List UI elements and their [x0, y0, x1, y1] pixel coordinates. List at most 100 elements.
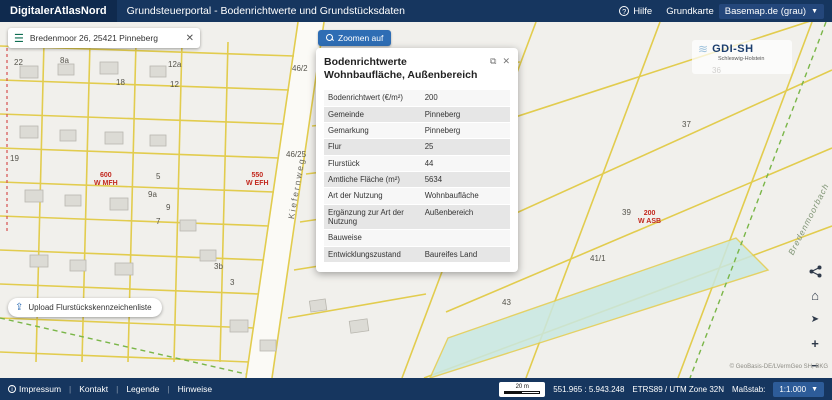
attribute-label: Art der Nutzung — [324, 188, 421, 203]
collapse-panel-button[interactable]: ➤ — [806, 310, 824, 328]
basemap-select[interactable]: Basemap.de (grau) ▼ — [719, 4, 824, 19]
parcel-number-label: 9a — [148, 190, 157, 199]
attribute-value: Wohnbaufläche — [421, 188, 510, 203]
detach-window-icon[interactable]: ⧉ — [490, 56, 496, 82]
search-input[interactable] — [30, 33, 180, 43]
zoom-in-button[interactable]: + — [806, 334, 824, 352]
scale-value: 1:1.000 — [779, 385, 806, 394]
attribute-label: Gemeinde — [324, 107, 421, 122]
land-value-label: 600W MFH — [94, 172, 118, 188]
popup-row: Bauweise — [324, 229, 510, 245]
share-icon — [809, 265, 822, 278]
page-title: Grundsteuerportal - Bodenrichtwerte und … — [127, 5, 405, 17]
footer-separator: | — [116, 384, 118, 394]
attribute-value: 5634 — [421, 172, 510, 187]
footer-link-label: Legende — [126, 384, 159, 394]
land-value-label: 550W EFH — [246, 172, 269, 188]
chevron-down-icon: ▼ — [811, 8, 818, 15]
scale-bar-label: 20 m — [516, 384, 529, 390]
parcel-number-label: 41/1 — [590, 254, 606, 263]
upload-icon: ⇪ — [15, 303, 23, 313]
footer-link-label: Kontakt — [79, 384, 108, 394]
info-icon: i — [8, 385, 16, 393]
parcel-number-label: 8a — [60, 56, 69, 65]
menu-icon[interactable]: ☰ — [14, 32, 24, 45]
parcel-number-label: 7 — [156, 217, 160, 226]
attribute-label: Bodenrichtwert (€/m²) — [324, 90, 421, 105]
attribute-label: Flur — [324, 139, 421, 154]
attribute-value: 200 — [421, 90, 510, 105]
chevron-down-icon: ▼ — [811, 386, 818, 393]
help-button[interactable]: ? Hilfe — [619, 6, 652, 17]
help-label: Hilfe — [633, 6, 652, 17]
search-box: ☰ ✕ — [8, 28, 200, 48]
top-header: DigitalerAtlasNord Grundsteuerportal - B… — [0, 0, 832, 22]
attribute-value: Baureifes Land — [421, 247, 510, 262]
parcel-number-label: 12 — [170, 80, 179, 89]
attribute-label: Gemarkung — [324, 123, 421, 138]
attribute-value: Pinneberg — [421, 107, 510, 122]
parcel-number-label: 5 — [156, 172, 160, 181]
popup-row: EntwicklungszustandBaureifes Land — [324, 246, 510, 262]
zoom-to-label: Zoomen auf — [338, 33, 383, 43]
share-button[interactable] — [806, 262, 824, 280]
help-icon: ? — [619, 6, 629, 16]
popup-row: GemarkungPinneberg — [324, 122, 510, 138]
attribute-value: Pinneberg — [421, 123, 510, 138]
footer-link-kontakt[interactable]: Kontakt — [79, 384, 108, 394]
attribute-value — [421, 230, 510, 245]
footer-separator: | — [167, 384, 169, 394]
popup-row: Amtliche Fläche (m²)5634 — [324, 171, 510, 187]
popup-attribute-table: Bodenrichtwert (€/m²)200GemeindePinneber… — [324, 90, 510, 262]
parcel-number-label: 37 — [682, 120, 691, 129]
parcel-number-label: 3 — [230, 278, 234, 287]
clear-search-icon[interactable]: ✕ — [186, 33, 194, 44]
basemap-value: Basemap.de (grau) — [725, 6, 806, 17]
cursor-coordinates: 551.965 : 5.943.248 — [553, 385, 624, 394]
footer-link-impressum[interactable]: iImpressum — [8, 384, 61, 394]
attribute-label: Bauweise — [324, 230, 421, 245]
attribute-label: Ergänzung zur Art der Nutzung — [324, 205, 421, 230]
scale-select[interactable]: 1:1.000 ▼ — [773, 382, 824, 397]
popup-title: Bodenrichtwerte Wohnbaufläche, Außenbere… — [324, 56, 490, 82]
gdi-sh-subtitle: Schleswig-Holstein — [698, 56, 786, 62]
attribute-label: Entwicklungszustand — [324, 247, 421, 262]
parcel-number-label: 43 — [502, 298, 511, 307]
status-bar: iImpressum | Kontakt | Legende | Hinweise 20 m… — [0, 378, 832, 400]
app-brand[interactable]: DigitalerAtlasNord — [0, 0, 117, 22]
upload-parcel-list-button[interactable]: ⇪ Upload Flurstückskennzeichenliste — [8, 298, 162, 317]
popup-row: Ergänzung zur Art der NutzungAußenbereic… — [324, 204, 510, 230]
attribute-value: 44 — [421, 156, 510, 171]
basemap-control: Grundkarte Basemap.de (grau) ▼ — [666, 4, 824, 19]
crs-label: ETRS89 / UTM Zone 32N — [632, 385, 724, 394]
footer-link-label: Impressum — [19, 384, 61, 394]
land-value-label: 200W ASB — [638, 210, 661, 226]
home-icon: ⌂ — [811, 288, 819, 303]
map-attribution: © GeoBasis-DE/LVermGeo SH, BKG — [730, 364, 828, 370]
scale-bar: 20 m — [499, 382, 545, 397]
map-canvas[interactable]: b 228a12a181246/21946/2559a973b336373941… — [0, 22, 832, 378]
parcel-number-label: 22 — [14, 58, 23, 67]
wave-icon: ≋ — [698, 43, 708, 55]
parcel-number-label: 3b — [214, 262, 223, 271]
basemap-label: Grundkarte — [666, 6, 714, 17]
gdi-sh-title: GDI-SH — [712, 43, 754, 55]
close-icon[interactable]: ✕ — [502, 56, 510, 82]
popup-row: Flurstück44 — [324, 155, 510, 171]
magnifier-icon — [326, 34, 334, 42]
zoom-to-button[interactable]: Zoomen auf — [318, 30, 391, 46]
gdi-sh-logo: ≋ GDI-SH Schleswig-Holstein — [692, 40, 792, 74]
app-window: DigitalerAtlasNord Grundsteuerportal - B… — [0, 0, 832, 400]
upload-label: Upload Flurstückskennzeichenliste — [28, 303, 151, 312]
footer-separator: | — [69, 384, 71, 394]
footer-links: iImpressum | Kontakt | Legende | Hinweise — [8, 384, 212, 394]
footer-link-label: Hinweise — [178, 384, 213, 394]
home-button[interactable]: ⌂ — [806, 286, 824, 304]
footer-link-hinweise[interactable]: Hinweise — [178, 384, 213, 394]
footer-link-legende[interactable]: Legende — [126, 384, 159, 394]
parcel-number-label: 18 — [116, 78, 125, 87]
popup-row: Art der NutzungWohnbaufläche — [324, 187, 510, 203]
attribute-value: Außenbereich — [421, 205, 510, 230]
attribute-label: Flurstück — [324, 156, 421, 171]
parcel-number-label: 12a — [168, 60, 181, 69]
